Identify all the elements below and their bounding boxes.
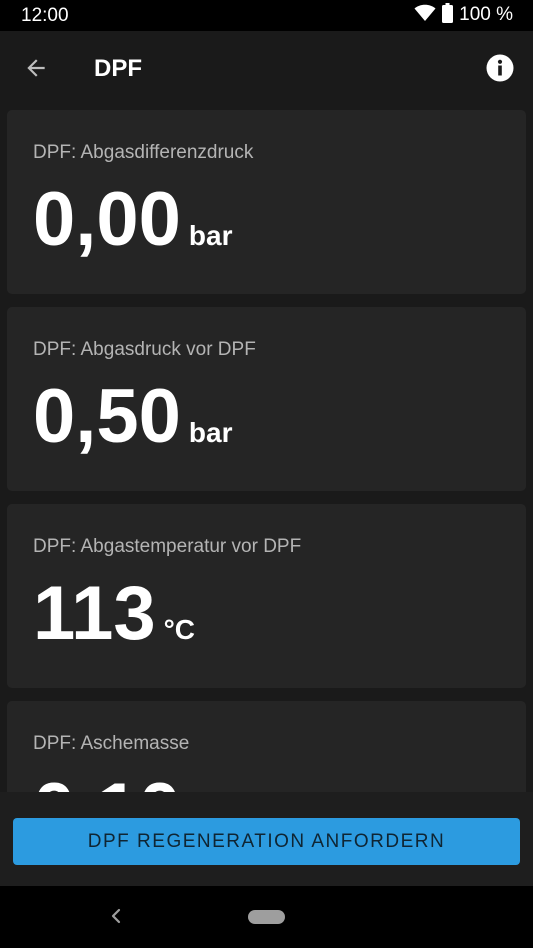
card-label: DPF: Abgasdruck vor DPF xyxy=(33,339,256,360)
content-list[interactable]: DPF: Abgasdifferenzdruck 0,00 bar DPF: A… xyxy=(0,105,533,792)
battery-icon xyxy=(442,2,454,28)
status-icons: 100 % xyxy=(414,2,513,28)
card-label: DPF: Abgastemperatur vor DPF xyxy=(33,536,302,557)
card-unit: °C xyxy=(163,614,196,645)
card-aschemasse[interactable]: DPF: Aschemasse 0,10 xyxy=(7,701,526,792)
card-label: DPF: Aschemasse xyxy=(33,733,190,754)
card-value: 0,00 xyxy=(33,177,181,262)
status-bar: 12:00 100 % xyxy=(0,0,533,31)
chevron-left-icon xyxy=(111,908,121,924)
card-value-row: 113 °C xyxy=(33,576,195,652)
back-button[interactable] xyxy=(20,52,52,84)
nav-back-button[interactable] xyxy=(104,904,128,928)
card-label: DPF: Abgasdifferenzdruck xyxy=(33,142,254,163)
card-abgasdruck-vor-dpf[interactable]: DPF: Abgasdruck vor DPF 0,50 bar xyxy=(7,307,526,491)
wifi-icon xyxy=(414,4,436,27)
arrow-back-icon xyxy=(27,59,45,77)
navigation-bar xyxy=(0,886,533,948)
card-value: 113 xyxy=(33,571,156,656)
request-regeneration-button[interactable]: DPF REGENERATION ANFORDERN xyxy=(13,818,520,865)
card-value-row: 0,10 xyxy=(33,773,189,793)
card-abgastemperatur-vor-dpf[interactable]: DPF: Abgastemperatur vor DPF 113 °C xyxy=(7,504,526,688)
info-button[interactable] xyxy=(485,53,515,83)
app-bar: DPF xyxy=(0,31,533,105)
info-icon xyxy=(486,54,514,82)
page-title: DPF xyxy=(94,55,142,82)
card-value-row: 0,50 bar xyxy=(33,379,233,455)
status-time: 12:00 xyxy=(21,5,69,26)
card-abgasdifferenzdruck[interactable]: DPF: Abgasdifferenzdruck 0,00 bar xyxy=(7,110,526,294)
action-area: DPF REGENERATION ANFORDERN xyxy=(0,792,533,886)
card-value: 0,50 xyxy=(33,374,181,459)
battery-percentage: 100 % xyxy=(459,4,513,25)
card-unit: bar xyxy=(188,220,233,251)
card-value-row: 0,00 bar xyxy=(33,182,233,258)
nav-home-pill[interactable] xyxy=(248,910,285,924)
card-unit: bar xyxy=(188,417,233,448)
card-value: 0,10 xyxy=(33,773,181,793)
